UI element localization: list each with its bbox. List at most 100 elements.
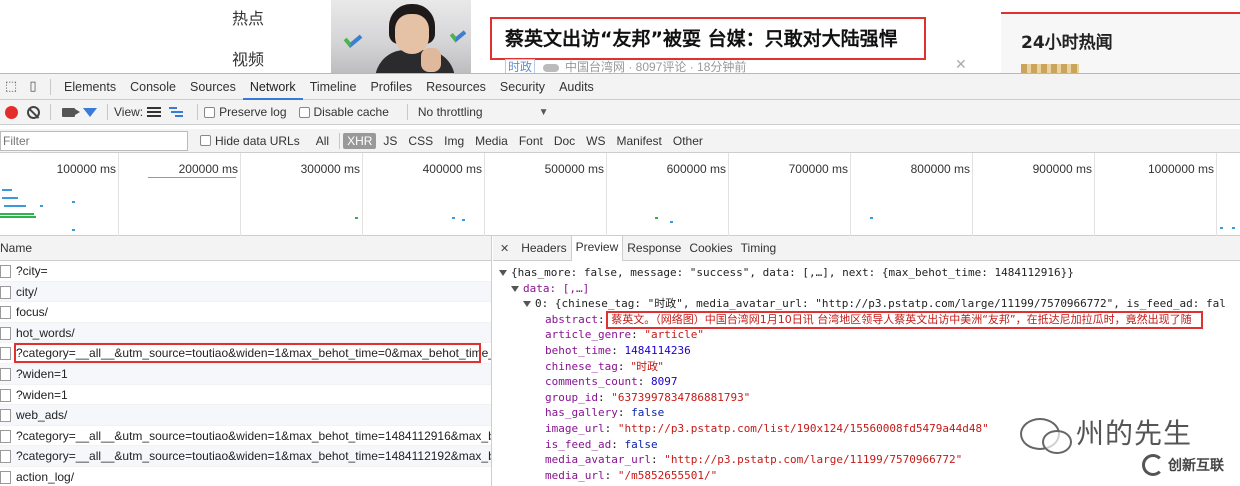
filter-js[interactable]: JS xyxy=(379,133,401,149)
file-icon xyxy=(0,409,11,423)
request-row[interactable]: ?category=__all__&utm_source=toutiao&wid… xyxy=(0,446,491,467)
tab-profiles[interactable]: Profiles xyxy=(363,74,419,100)
file-icon xyxy=(0,306,11,320)
request-row[interactable]: web_ads/ xyxy=(0,405,491,426)
filter-doc[interactable]: Doc xyxy=(550,133,579,149)
news-tag[interactable]: 时政 xyxy=(505,59,536,73)
tab-preview[interactable]: Preview xyxy=(570,236,624,261)
request-row[interactable]: focus/ xyxy=(0,302,491,323)
filter-all[interactable]: All xyxy=(312,133,333,149)
filter-other[interactable]: Other xyxy=(669,133,707,149)
request-bar xyxy=(655,217,658,219)
tab-response[interactable]: Response xyxy=(623,236,685,261)
request-row[interactable]: ?city= xyxy=(0,261,491,282)
preserve-log-checkbox[interactable]: Preserve log xyxy=(204,105,287,119)
json-root[interactable]: {has_more: false, message: "success", da… xyxy=(493,265,1240,281)
column-header-name[interactable]: Name xyxy=(0,236,491,261)
request-bar xyxy=(355,217,358,219)
filter-media[interactable]: Media xyxy=(471,133,512,149)
tab-timing[interactable]: Timing xyxy=(737,236,781,261)
request-list: Name ?city= city/ focus/ hot_words/ ?cat… xyxy=(0,236,492,486)
tab-security[interactable]: Security xyxy=(493,74,552,100)
file-icon xyxy=(0,429,11,443)
json-field-chinese-tag[interactable]: chinese_tag: "时政" xyxy=(493,359,1240,375)
request-row-selected[interactable]: ?category=__all__&utm_source=toutiao&wid… xyxy=(0,343,491,364)
filter-img[interactable]: Img xyxy=(440,133,468,149)
tab-elements[interactable]: Elements xyxy=(57,74,123,100)
news-headline[interactable]: 蔡英文出访“友邦”被耍 台媒：只敢对大陆强悍 xyxy=(490,17,926,60)
device-mode-icon[interactable]: ▯ xyxy=(22,77,44,97)
hot-news-thumbnail[interactable] xyxy=(1021,64,1079,73)
capture-screenshots-button[interactable] xyxy=(57,102,80,122)
hot-news-title: 24小时热闻 xyxy=(1021,33,1113,53)
filter-manifest[interactable]: Manifest xyxy=(613,133,666,149)
request-row[interactable]: city/ xyxy=(0,281,491,303)
highlight-box xyxy=(606,310,1203,329)
json-field-group-id[interactable]: group_id: "6373997834786881793" xyxy=(493,390,1240,406)
filter-font[interactable]: Font xyxy=(515,133,547,149)
devtools-tabbar: ⬚ ▯ Elements Console Sources Network Tim… xyxy=(0,74,1240,100)
json-data-node[interactable]: data: [,…] xyxy=(493,281,1240,297)
file-icon xyxy=(0,367,11,381)
filter-css[interactable]: CSS xyxy=(404,133,437,149)
brand-logo-icon xyxy=(1142,454,1164,476)
chevron-down-icon[interactable]: ▼ xyxy=(539,107,549,118)
filter-toggle-button[interactable] xyxy=(79,102,101,122)
watermark: 州的先生 创新互联 xyxy=(1020,412,1240,486)
tick-label: 800000 ms xyxy=(910,162,970,176)
nav-video[interactable]: 视频 xyxy=(232,46,264,70)
request-bar xyxy=(0,216,36,218)
overview-icon[interactable] xyxy=(169,107,184,117)
request-row[interactable]: action_log/ xyxy=(0,467,491,486)
filter-ws[interactable]: WS xyxy=(582,133,609,149)
nav-hot[interactable]: 热点 xyxy=(232,5,264,29)
request-bar xyxy=(72,229,75,231)
json-field-comments-count[interactable]: comments_count: 8097 xyxy=(493,374,1240,390)
request-row[interactable]: ?category=__all__&utm_source=toutiao&wid… xyxy=(0,426,491,447)
tick-label: 100000 ms xyxy=(56,162,116,176)
json-field-behot-time[interactable]: behot_time: 1484114236 xyxy=(493,343,1240,359)
dismiss-icon[interactable]: ✕ xyxy=(955,56,967,73)
watermark-name: 州的先生 xyxy=(1076,417,1193,450)
tab-headers[interactable]: Headers xyxy=(517,236,570,261)
record-button[interactable] xyxy=(0,102,22,122)
expand-triangle-icon[interactable] xyxy=(511,285,519,292)
request-bar xyxy=(462,219,465,221)
json-item-0[interactable]: 0: {chinese_tag: "时政", media_avatar_url:… xyxy=(493,296,1240,312)
throttling-select[interactable]: No throttling xyxy=(418,105,483,119)
hide-data-urls-checkbox[interactable]: Hide data URLs xyxy=(200,134,300,148)
tab-resources[interactable]: Resources xyxy=(419,74,493,100)
filter-input[interactable] xyxy=(0,130,188,151)
camera-icon xyxy=(61,107,80,117)
request-bar xyxy=(870,217,873,219)
expand-triangle-icon[interactable] xyxy=(523,301,531,308)
request-row[interactable]: ?widen=1 xyxy=(0,385,491,406)
request-row[interactable]: ?widen=1 xyxy=(0,363,491,385)
news-photo[interactable] xyxy=(331,0,471,73)
close-icon[interactable]: ✕ xyxy=(500,242,509,255)
file-icon xyxy=(0,347,11,361)
request-bar xyxy=(2,189,12,191)
tab-timeline[interactable]: Timeline xyxy=(303,74,364,100)
request-bar xyxy=(40,205,43,207)
tab-sources[interactable]: Sources xyxy=(183,74,243,100)
tick-label: 400000 ms xyxy=(422,162,482,176)
disable-cache-checkbox[interactable]: Disable cache xyxy=(298,105,389,119)
json-field-abstract[interactable]: abstract: 蔡英文。（网络图）中国台湾网1月10日讯 台湾地区领导人蔡英… xyxy=(493,310,1240,329)
request-row[interactable]: hot_words/ xyxy=(0,322,491,344)
tab-network[interactable]: Network xyxy=(242,74,303,100)
tick-label: 700000 ms xyxy=(788,162,848,176)
inspect-element-icon[interactable]: ⬚ xyxy=(0,77,22,97)
network-overview[interactable]: 100000 ms 200000 ms 300000 ms 400000 ms … xyxy=(0,153,1240,236)
large-rows-icon[interactable] xyxy=(147,107,162,117)
tab-audits[interactable]: Audits xyxy=(552,74,601,100)
clear-button[interactable] xyxy=(22,102,44,122)
request-bar xyxy=(0,213,34,215)
request-bar xyxy=(2,197,18,199)
request-bar xyxy=(1232,227,1235,229)
json-field-article-genre[interactable]: article_genre: "article" xyxy=(493,327,1240,343)
tab-cookies[interactable]: Cookies xyxy=(685,236,736,261)
expand-triangle-icon[interactable] xyxy=(499,270,507,276)
filter-xhr[interactable]: XHR xyxy=(343,132,377,149)
tab-console[interactable]: Console xyxy=(123,74,183,100)
